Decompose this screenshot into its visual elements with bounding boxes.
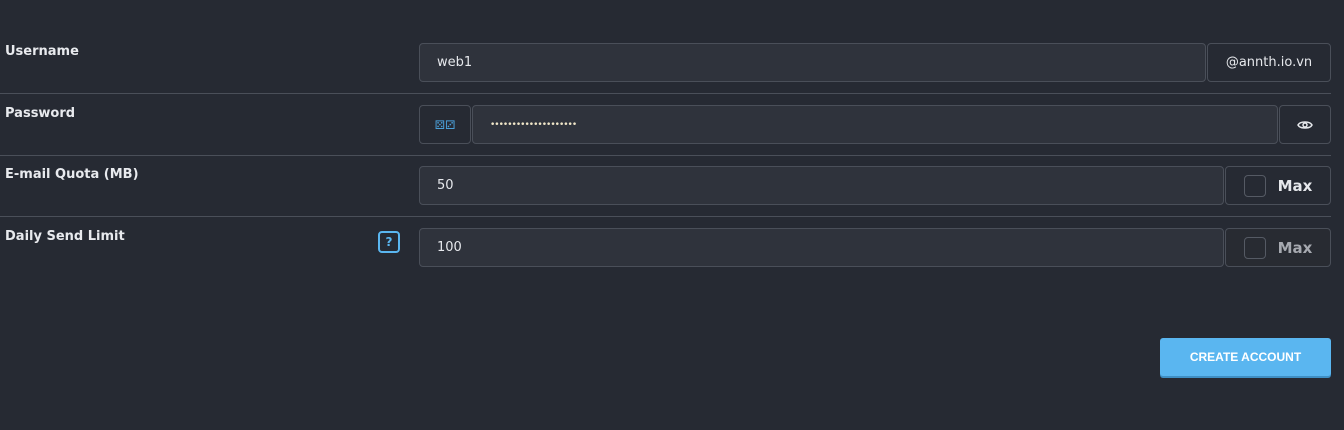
quota-max-label: Max <box>1277 176 1313 195</box>
send-limit-max-label: Max <box>1277 238 1313 257</box>
quota-label: E-mail Quota (MB) <box>5 167 139 182</box>
password-input[interactable]: •••••••••••••••••••• <box>472 105 1278 144</box>
help-icon[interactable]: ? <box>378 231 400 253</box>
quota-input[interactable]: 50 <box>419 166 1224 205</box>
eye-icon <box>1297 120 1313 129</box>
quota-max-toggle[interactable]: Max <box>1225 166 1331 205</box>
create-account-button[interactable]: CREATE ACCOUNT <box>1160 338 1331 376</box>
send-limit-label: Daily Send Limit <box>5 229 125 244</box>
username-input[interactable]: web1 <box>419 43 1206 82</box>
dice-icon: ⚄⚂ <box>434 117 456 132</box>
username-label: Username <box>5 44 79 59</box>
domain-addon: @annth.io.vn <box>1207 43 1331 82</box>
password-label: Password <box>5 106 76 121</box>
generate-password-button[interactable]: ⚄⚂ <box>419 105 471 144</box>
send-limit-input[interactable]: 100 <box>419 228 1224 267</box>
quota-max-checkbox[interactable] <box>1243 174 1266 197</box>
send-limit-max-checkbox[interactable] <box>1243 236 1266 259</box>
send-limit-max-toggle[interactable]: Max <box>1225 228 1331 267</box>
toggle-password-button[interactable] <box>1279 105 1331 144</box>
